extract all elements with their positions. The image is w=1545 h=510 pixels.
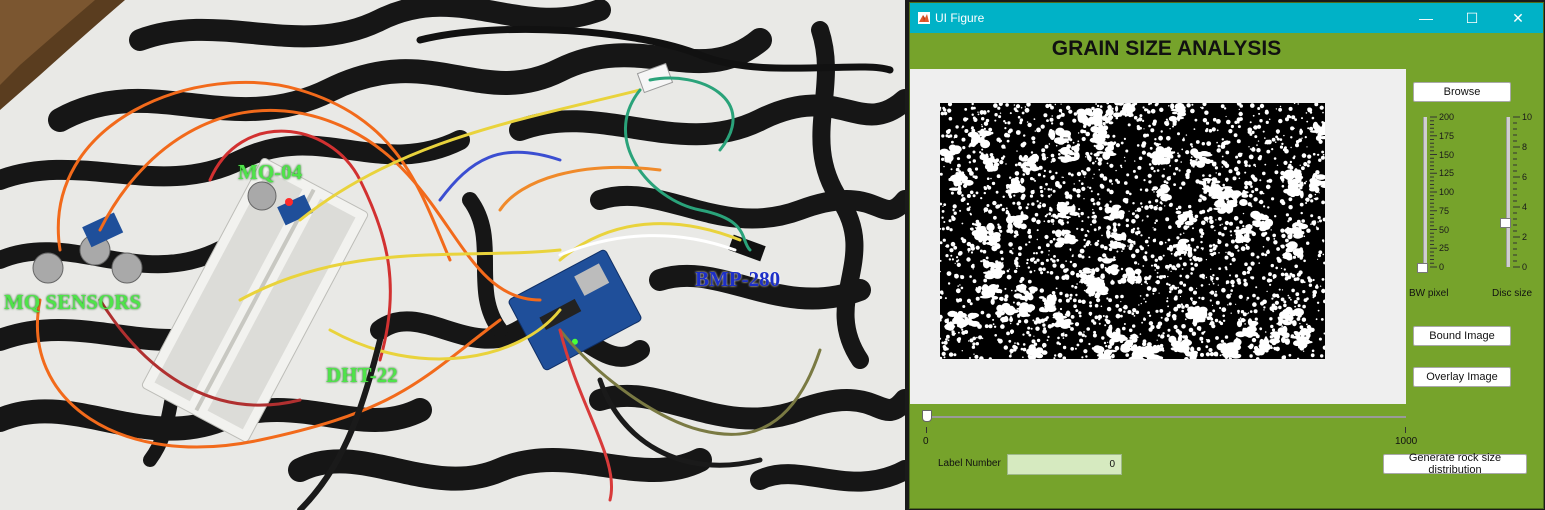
bound-image-button[interactable]: Bound Image [1413,326,1511,346]
slider-tick-label: 0 [1439,262,1445,272]
bw-pixel-caption: BW pixel [1409,288,1449,299]
generate-distribution-button[interactable]: Generate rock size distribution [1383,452,1527,476]
disc-size-slider[interactable]: 10 8 6 4 2 0 [1500,112,1543,273]
label-number-caption: Label Number [938,458,1001,469]
label-slider-min-label: 0 [923,436,929,447]
slider-tick-label: 2 [1522,232,1528,242]
label-slider-max-tick [1405,427,1406,433]
photo-label-mq-sensors: MQ SENSORS [4,290,142,314]
photo-label-mq04: MQ-04 [238,160,303,184]
maximize-icon: ☐ [1465,9,1479,26]
minimize-icon: — [1419,10,1433,26]
slider-tick-label: 75 [1439,205,1450,216]
bw-pixel-slider-track[interactable] [1423,117,1427,267]
ui-figure-window: UI Figure — ☐ ✕ GRAIN SIZE ANALYSIS Brow… [910,3,1543,508]
disc-size-slider-track[interactable] [1506,117,1510,267]
slider-tick-label: 175 [1439,130,1455,141]
slider-tick-label: 200 [1439,112,1455,122]
bw-pixel-slider[interactable]: 200 175 150 125 100 75 50 25 0 [1417,112,1470,273]
overlay-image-button[interactable]: Overlay Image [1413,367,1511,387]
app-heading: GRAIN SIZE ANALYSIS [1051,37,1282,60]
slider-tick-label: 4 [1522,202,1528,212]
label-slider-track[interactable] [926,416,1406,418]
browse-button[interactable]: Browse [1413,82,1511,102]
slider-tick-label: 6 [1522,172,1528,182]
image-axes-panel [910,69,1406,404]
slider-tick-label: 50 [1439,224,1450,235]
label-slider-max-label: 1000 [1395,436,1418,447]
label-slider-min-tick [926,427,927,433]
slider-tick-label: 10 [1522,112,1533,122]
binary-grain-image [940,103,1325,359]
slider-tick-label: 8 [1522,142,1528,152]
photo-label-bmp280: BMP-280 [695,267,781,291]
slider-tick-label: 0 [1522,262,1528,272]
slider-tick-label: 25 [1439,243,1450,254]
photo-label-dht22: DHT-22 [326,363,398,387]
label-slider-thumb[interactable] [922,410,932,422]
label-number-field[interactable]: 0 [1007,454,1122,475]
bw-pixel-slider-thumb[interactable] [1417,263,1428,273]
maximize-button[interactable]: ☐ [1449,3,1495,33]
window-title: UI Figure [935,11,985,25]
close-icon: ✕ [1512,9,1524,26]
disc-size-slider-ticks [1513,116,1520,268]
slider-tick-label: 150 [1439,149,1455,160]
matlab-figure-icon [918,11,930,24]
hardware-photo: MQ-04 MQ SENSORS BMP-280 DHT-22 [0,0,905,510]
window-titlebar[interactable]: UI Figure — ☐ ✕ [910,3,1543,33]
slider-tick-label: 100 [1439,187,1455,197]
close-button[interactable]: ✕ [1495,3,1541,33]
minimize-button[interactable]: — [1403,3,1449,33]
slider-tick-label: 125 [1439,168,1455,179]
disc-size-caption: Disc size [1492,288,1533,299]
disc-size-slider-thumb[interactable] [1500,218,1511,228]
